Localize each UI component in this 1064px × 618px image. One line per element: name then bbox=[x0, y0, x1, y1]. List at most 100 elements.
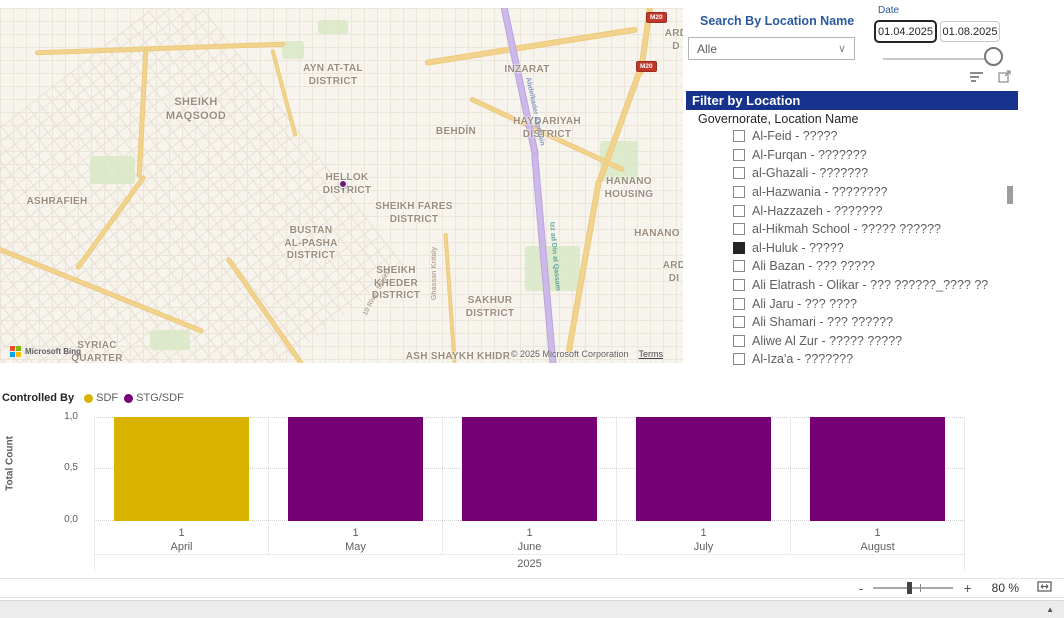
fit-to-page-icon[interactable] bbox=[1037, 579, 1052, 597]
date-from-input[interactable] bbox=[874, 20, 937, 43]
location-checkbox[interactable] bbox=[733, 335, 745, 347]
date-range-slider-track[interactable] bbox=[883, 58, 985, 60]
chart-bar[interactable] bbox=[636, 417, 771, 521]
zoom-out-button[interactable]: - bbox=[855, 581, 868, 595]
list-scrollbar-thumb[interactable] bbox=[1007, 186, 1013, 204]
map-street-label: Ghassan Kritaly bbox=[431, 247, 438, 300]
location-label: al-Huluk - ????? bbox=[752, 241, 844, 255]
chevron-down-icon[interactable]: ∨ bbox=[838, 42, 846, 55]
filter-icon[interactable] bbox=[970, 72, 984, 82]
report-canvas: SHEIKH MAQSOOD AYN AT-TAL DISTRICT INZARAT… bbox=[0, 0, 1064, 618]
location-checkbox[interactable] bbox=[733, 149, 745, 161]
map-district-label: HELLOK DISTRICT bbox=[323, 172, 372, 197]
location-checkbox[interactable] bbox=[733, 223, 745, 235]
zoom-slider-track[interactable] bbox=[873, 587, 953, 589]
x-axis-month-label: April bbox=[95, 541, 268, 553]
search-slicer-title: Search By Location Name bbox=[700, 14, 854, 28]
location-checkbox[interactable] bbox=[733, 130, 745, 142]
location-checkbox[interactable] bbox=[733, 279, 745, 291]
collapse-arrow-icon[interactable]: ▲ bbox=[1046, 605, 1054, 614]
location-list-item[interactable]: Ali Bazan - ??? ????? bbox=[686, 257, 1004, 276]
location-label: Al-Furqan - ??????? bbox=[752, 148, 867, 162]
copyright-text: © 2025 Microsoft Corporation bbox=[511, 349, 629, 359]
location-list-item[interactable]: Aliwe Al Zur - ????? ????? bbox=[686, 332, 1004, 351]
chart-category-slot: 1June bbox=[442, 417, 616, 554]
location-label: Al-Hazzazeh - ??????? bbox=[752, 204, 883, 218]
bing-map[interactable]: SHEIKH MAQSOOD AYN AT-TAL DISTRICT INZARAT… bbox=[0, 8, 683, 363]
location-list-item[interactable]: Ali Jaru - ??? ???? bbox=[686, 294, 1004, 313]
zoom-level-label: 80 % bbox=[992, 581, 1019, 595]
chart-bar[interactable] bbox=[810, 417, 945, 521]
location-checkbox[interactable] bbox=[733, 205, 745, 217]
legend-item[interactable]: STG/SDF bbox=[124, 392, 184, 404]
focus-mode-icon[interactable] bbox=[998, 70, 1011, 88]
chart-bar-zone bbox=[95, 417, 268, 521]
location-label: Ali Shamari - ??? ?????? bbox=[752, 315, 893, 329]
location-checkbox[interactable] bbox=[733, 242, 745, 254]
bar-chart: 1April1May1June1July1August 2025 bbox=[94, 417, 965, 572]
map-district-label: SAKHUR DISTRICT bbox=[466, 295, 515, 320]
x-axis-month-label: August bbox=[791, 541, 964, 553]
chart-bar[interactable] bbox=[462, 417, 597, 521]
location-list-item[interactable]: Ali Elatrash - Olikar - ??? ??????_???? … bbox=[686, 276, 1004, 295]
status-bar: ▲ bbox=[0, 600, 1064, 618]
zoom-in-button[interactable]: + bbox=[959, 581, 975, 595]
map-district-label: ARD DI bbox=[663, 260, 683, 285]
road-shield-m20: M20 bbox=[636, 61, 657, 72]
x-axis-labels: 1 April bbox=[95, 521, 268, 553]
location-checkbox[interactable] bbox=[733, 167, 745, 179]
chart-bar-zone bbox=[269, 417, 442, 521]
terms-link[interactable]: Terms bbox=[639, 349, 664, 359]
location-list-item[interactable]: al-Hikmah School - ????? ?????? bbox=[686, 220, 1004, 239]
location-list-item[interactable]: al-Huluk - ????? bbox=[686, 239, 1004, 258]
location-label: Al-Feid - ????? bbox=[752, 129, 837, 143]
location-list-item[interactable]: Ali Shamari - ??? ?????? bbox=[686, 313, 1004, 332]
date-to-input[interactable] bbox=[940, 21, 1000, 42]
road-shield-m20: M20 bbox=[646, 12, 667, 23]
map-district-label: INZARAT bbox=[504, 64, 549, 77]
map-district-label: SHEIKH MAQSOOD bbox=[166, 96, 226, 124]
map-district-label: AYN AT-TAL DISTRICT bbox=[303, 63, 363, 88]
location-list-item[interactable]: Al-Feid - ????? bbox=[686, 127, 1004, 146]
microsoft-bing-logo: Microsoft Bing bbox=[10, 346, 81, 357]
legend-name: SDF bbox=[96, 392, 118, 404]
location-list: Al-Feid - ????? Al-Furqan - ??????? al-Gha… bbox=[686, 127, 1004, 365]
location-checkbox[interactable] bbox=[733, 298, 745, 310]
location-checkbox[interactable] bbox=[733, 260, 745, 272]
location-checkbox[interactable] bbox=[733, 316, 745, 328]
chart-category-slot: 1July bbox=[616, 417, 790, 554]
location-checkbox[interactable] bbox=[733, 353, 745, 365]
chart-bar[interactable] bbox=[114, 417, 249, 521]
x-axis-count-label: 1 bbox=[95, 527, 268, 539]
location-label: Ali Jaru - ??? ???? bbox=[752, 297, 857, 311]
x-axis-count-label: 1 bbox=[269, 527, 442, 539]
location-list-item[interactable]: Al-Furqan - ??????? bbox=[686, 146, 1004, 165]
location-label: Al-Iza'a - ??????? bbox=[752, 352, 853, 365]
x-axis-month-label: June bbox=[443, 541, 616, 553]
map-district-label: ARD D bbox=[665, 28, 683, 53]
location-dropdown[interactable]: Alle ∨ bbox=[688, 37, 855, 60]
location-label: al-Ghazali - ??????? bbox=[752, 166, 868, 180]
x-axis-year-label: 2025 bbox=[94, 554, 965, 572]
map-district-label: HAYDARIYAH DISTRICT bbox=[513, 116, 581, 141]
location-label: al-Hikmah School - ????? ?????? bbox=[752, 222, 941, 236]
map-district-label: SHEIKH FARES DISTRICT bbox=[375, 201, 453, 226]
location-list-item[interactable]: al-Hazwania - ???????? bbox=[686, 183, 1004, 202]
map-park bbox=[90, 156, 135, 184]
filter-column-header: Governorate, Location Name bbox=[698, 112, 859, 126]
location-list-item[interactable]: al-Ghazali - ??????? bbox=[686, 164, 1004, 183]
legend-item[interactable]: SDF bbox=[84, 392, 118, 404]
date-range-slider-handle[interactable] bbox=[984, 47, 1003, 66]
chart-bar[interactable] bbox=[288, 417, 423, 521]
map-road bbox=[425, 26, 638, 66]
location-list-item[interactable]: Al-Hazzazeh - ??????? bbox=[686, 201, 1004, 220]
location-checkbox[interactable] bbox=[733, 186, 745, 198]
chart-plot-area: 1April1May1June1July1August bbox=[94, 417, 965, 554]
map-road bbox=[443, 233, 456, 363]
map-district-label: ASH SHAYKH KHIDR bbox=[406, 351, 510, 363]
legend-title: Controlled By bbox=[2, 392, 74, 404]
zoom-slider-thumb[interactable] bbox=[907, 582, 912, 594]
location-list-item[interactable]: Al-Iza'a - ??????? bbox=[686, 350, 1004, 365]
bing-logo-label: Microsoft Bing bbox=[25, 347, 81, 356]
map-location-marker[interactable] bbox=[339, 180, 347, 188]
